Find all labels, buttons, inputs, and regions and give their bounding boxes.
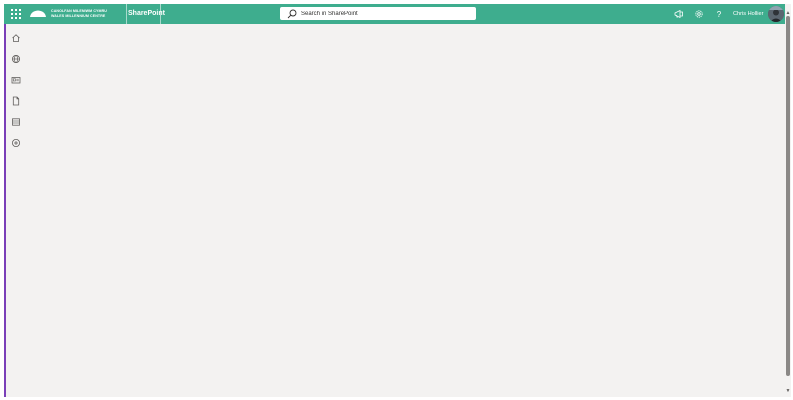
- content-canvas: [26, 24, 789, 397]
- megaphone-icon[interactable]: [673, 8, 685, 20]
- list-icon[interactable]: [8, 114, 24, 130]
- question-icon[interactable]: ?: [713, 8, 725, 20]
- home-icon[interactable]: [8, 30, 24, 46]
- add-icon[interactable]: [8, 135, 24, 151]
- logo-line-english: WALES MILLENNIUM CENTRE: [51, 14, 106, 18]
- accent-border: [4, 24, 6, 397]
- sharepoint-window: CANOLFAN MILENIWM CYMRU WALES MILLENNIUM…: [4, 4, 789, 397]
- app-bar: [6, 24, 26, 397]
- scrollbar-thumb[interactable]: [786, 16, 790, 376]
- search-input[interactable]: [301, 7, 471, 20]
- suitebar-divider: [126, 4, 127, 24]
- app-launcher-icon[interactable]: [9, 7, 23, 21]
- news-icon[interactable]: [8, 72, 24, 88]
- logo-mark-icon: [30, 10, 46, 17]
- gear-icon[interactable]: [693, 8, 705, 20]
- scroll-down-arrow-icon[interactable]: ▼: [785, 388, 791, 394]
- suitebar-divider: [160, 4, 161, 24]
- suite-navigation-bar: CANOLFAN MILENIWM CYMRU WALES MILLENNIUM…: [4, 4, 789, 24]
- vertical-scrollbar[interactable]: ▲ ▼: [785, 4, 791, 397]
- logo-text: CANOLFAN MILENIWM CYMRU WALES MILLENNIUM…: [51, 9, 107, 18]
- avatar-photo-icon: [768, 6, 784, 22]
- search-box[interactable]: [280, 7, 476, 20]
- user-name[interactable]: Chris Hollier: [733, 4, 763, 24]
- document-icon[interactable]: [8, 93, 24, 109]
- globe-icon[interactable]: [8, 51, 24, 67]
- avatar[interactable]: [768, 6, 784, 22]
- organization-logo[interactable]: CANOLFAN MILENIWM CYMRU WALES MILLENNIUM…: [29, 7, 124, 21]
- search-icon: [287, 9, 297, 18]
